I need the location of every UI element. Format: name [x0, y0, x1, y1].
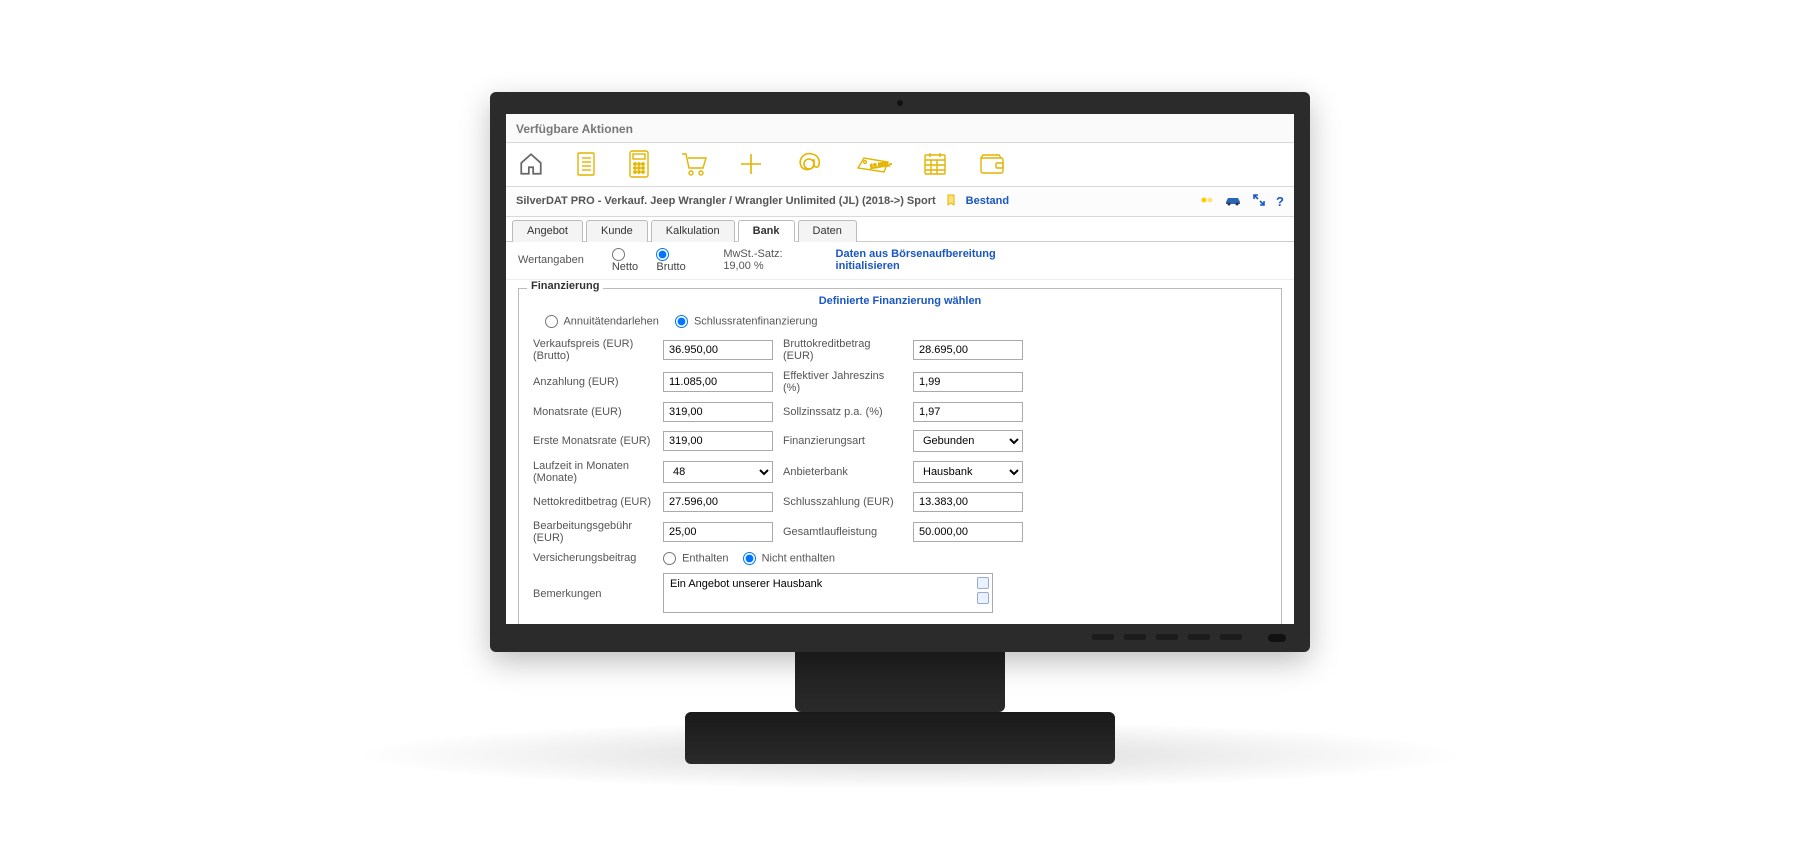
monatsrate-label: Monatsrate (EUR) — [533, 406, 653, 418]
monitor-osd-button — [1156, 634, 1178, 640]
tab-kalkulation[interactable]: Kalkulation — [651, 220, 735, 242]
schlussraten-radio[interactable]: Schlussratenfinanzierung — [675, 315, 818, 328]
choose-finance-link[interactable]: Definierte Finanzierung wählen — [819, 295, 982, 307]
monitor-bezel: Verfügbare Aktionen — [490, 92, 1310, 652]
expand-icon[interactable] — [1252, 193, 1266, 210]
tab-bank[interactable]: Bank — [738, 220, 795, 242]
home-icon[interactable] — [518, 151, 544, 177]
price-tag-icon[interactable]: 12.500.- — [854, 152, 892, 176]
app-screen: Verfügbare Aktionen — [506, 114, 1294, 624]
cart-icon[interactable] — [680, 151, 708, 177]
monitor-neck — [795, 652, 1005, 712]
calendar-icon[interactable] — [922, 151, 948, 177]
finanzierungsart-select[interactable]: Gebunden — [913, 430, 1023, 452]
monitor-power-button — [1268, 634, 1286, 642]
breadcrumb-bar: SilverDAT PRO - Verkauf. Jeep Wrangler /… — [506, 187, 1294, 217]
netto-radio[interactable]: Netto — [612, 248, 649, 273]
bearbeitungsgebuehr-label: Bearbeitungsgebühr (EUR) — [533, 520, 653, 544]
sollzins-label: Sollzinssatz p.a. (%) — [783, 406, 903, 418]
schlusszahlung-label: Schlusszahlung (EUR) — [783, 496, 903, 508]
anbieterbank-label: Anbieterbank — [783, 466, 903, 478]
bruttokredit-label: Bruttokreditbetrag (EUR) — [783, 338, 903, 362]
plus-icon[interactable] — [738, 151, 764, 177]
erste-monatsrate-input[interactable] — [663, 431, 773, 451]
monitor-frame: Verfügbare Aktionen — [490, 92, 1310, 764]
gesamtlaufleistung-input[interactable] — [913, 522, 1023, 542]
finanzierungsart-label: Finanzierungsart — [783, 435, 903, 447]
camera-dot — [897, 100, 903, 106]
controls-row: Wertangaben Netto Brutto MwSt.-Satz: 19,… — [506, 242, 1294, 280]
mwst-label: MwSt.-Satz: 19,00 % — [723, 248, 807, 272]
help-icon[interactable]: ? — [1276, 194, 1284, 209]
titlebar-label: Verfügbare Aktionen — [516, 122, 633, 136]
monitor-osd-button — [1092, 634, 1114, 640]
bestand-bookmark-icon — [946, 194, 956, 209]
effjz-input[interactable] — [913, 372, 1023, 392]
wertangaben-label: Wertangaben — [518, 254, 584, 266]
form-grid: Annuitätendarlehen Schlussratenfinanzier… — [533, 315, 1267, 616]
brutto-radio[interactable]: Brutto — [656, 248, 695, 273]
car-icon[interactable] — [1224, 194, 1242, 209]
list-icon[interactable] — [574, 151, 598, 177]
tabs: Angebot Kunde Kalkulation Bank Daten — [506, 217, 1294, 242]
gesamtlaufleistung-label: Gesamtlaufleistung — [783, 526, 903, 538]
panel-title: Finanzierung — [527, 280, 603, 292]
tab-kunde[interactable]: Kunde — [586, 220, 648, 242]
bruttokredit-input[interactable] — [913, 340, 1023, 360]
laufzeit-label: Laufzeit in Monaten (Monate) — [533, 460, 653, 484]
bestand-link[interactable]: Bestand — [966, 195, 1009, 207]
versicherungsbeitrag-label: Versicherungsbeitrag — [533, 552, 653, 564]
monitor-osd-button — [1124, 634, 1146, 640]
anbieterbank-select[interactable]: Hausbank — [913, 461, 1023, 483]
init-link[interactable]: Daten aus Börsenaufbereitung initialisie… — [836, 248, 1022, 272]
at-icon[interactable] — [794, 149, 824, 179]
nettokredit-label: Nettokreditbetrag (EUR) — [533, 496, 653, 508]
nettokredit-input[interactable] — [663, 492, 773, 512]
titlebar: Verfügbare Aktionen — [506, 114, 1294, 143]
bearbeitungsgebuehr-input[interactable] — [663, 522, 773, 542]
anzahlung-input[interactable] — [663, 372, 773, 392]
remarks-tool-icon[interactable] — [977, 577, 989, 589]
bemerkungen-textarea[interactable] — [663, 573, 993, 613]
traffic-light-icon[interactable] — [1200, 193, 1214, 210]
tab-angebot[interactable]: Angebot — [512, 220, 583, 242]
calculator-icon[interactable] — [628, 150, 650, 178]
monitor-osd-button — [1220, 634, 1242, 640]
enthalten-radio[interactable]: Enthalten — [663, 552, 729, 565]
anzahlung-label: Anzahlung (EUR) — [533, 376, 653, 388]
monitor-base — [685, 712, 1115, 764]
toolbar: 12.500.- — [506, 143, 1294, 187]
tab-daten[interactable]: Daten — [798, 220, 857, 242]
monatsrate-input[interactable] — [663, 402, 773, 422]
bemerkungen-label: Bemerkungen — [533, 588, 653, 600]
verkaufspreis-input[interactable] — [663, 340, 773, 360]
nicht-enthalten-radio[interactable]: Nicht enthalten — [743, 552, 835, 565]
verkaufspreis-label: Verkaufspreis (EUR) (Brutto) — [533, 338, 653, 362]
finanzierung-panel: Finanzierung Definierte Finanzierung wäh… — [518, 288, 1282, 624]
schlusszahlung-input[interactable] — [913, 492, 1023, 512]
effjz-label: Effektiver Jahreszins (%) — [783, 370, 903, 394]
monitor-osd-button — [1188, 634, 1210, 640]
laufzeit-select[interactable]: 48 — [663, 461, 773, 483]
wallet-icon[interactable] — [978, 152, 1006, 176]
svg-text:12.500.-: 12.500.- — [870, 162, 892, 171]
breadcrumb-title: SilverDAT PRO - Verkauf. Jeep Wrangler /… — [516, 195, 936, 207]
remarks-scroll-icon[interactable] — [977, 592, 989, 604]
monitor-buttons — [1092, 634, 1286, 644]
erste-monatsrate-label: Erste Monatsrate (EUR) — [533, 435, 653, 447]
annuitaet-radio[interactable]: Annuitätendarlehen — [545, 315, 659, 328]
sollzins-input[interactable] — [913, 402, 1023, 422]
